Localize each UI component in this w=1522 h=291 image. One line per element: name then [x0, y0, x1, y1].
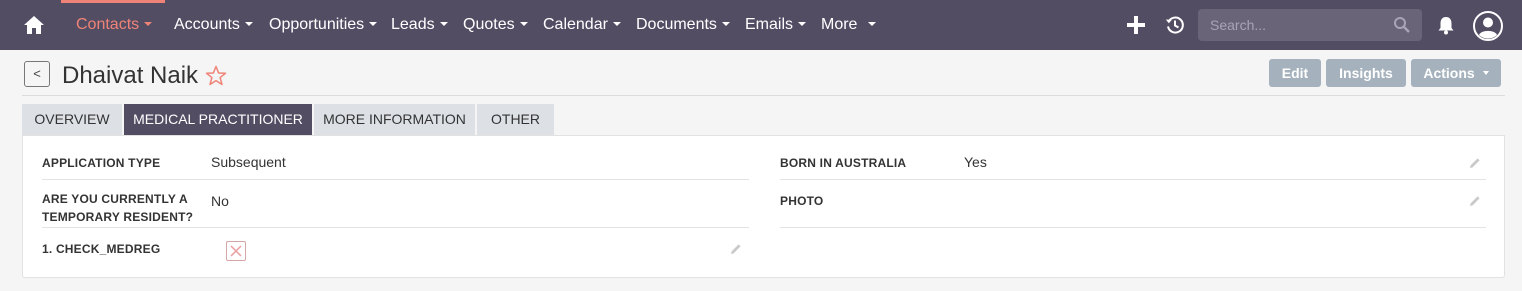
- tab-more-information-label: MORE INFORMATION: [323, 111, 466, 127]
- nav-emails[interactable]: Emails: [745, 0, 807, 50]
- tab-overview[interactable]: OVERVIEW: [22, 104, 122, 136]
- tab-other[interactable]: OTHER: [477, 104, 554, 136]
- top-navbar: Contacts Accounts Opportunities Leads Qu…: [0, 0, 1522, 50]
- tab-overview-label: OVERVIEW: [34, 111, 110, 127]
- nav-accounts-label: Accounts: [174, 16, 240, 33]
- plus-icon[interactable]: [1125, 14, 1147, 36]
- application-type-value[interactable]: Subsequent: [211, 153, 286, 171]
- chevron-down-icon: [1482, 71, 1489, 76]
- row-divider: [780, 179, 1486, 180]
- tab-medical-practitioner[interactable]: MEDICAL PRACTITIONER: [124, 104, 312, 136]
- nav-leads-label: Leads: [391, 16, 435, 33]
- chevron-down-icon: [798, 21, 807, 26]
- detail-panel: APPLICATION TYPE Subsequent ARE YOU CURR…: [22, 135, 1505, 278]
- chevron-down-icon: [144, 21, 153, 26]
- active-indicator: [61, 0, 166, 3]
- nav-opportunities[interactable]: Opportunities: [269, 0, 378, 50]
- nav-contacts-label: Contacts: [76, 16, 140, 33]
- tab-medical-practitioner-label: MEDICAL PRACTITIONER: [133, 111, 303, 127]
- pencil-icon[interactable]: [1468, 156, 1482, 170]
- search-icon[interactable]: [1393, 16, 1411, 34]
- chevron-down-icon: [519, 21, 528, 26]
- actions-button[interactable]: Actions: [1411, 59, 1501, 87]
- unchecked-x-icon: [230, 245, 242, 257]
- pencil-icon[interactable]: [1468, 194, 1482, 208]
- back-button[interactable]: <: [24, 61, 50, 87]
- nav-opportunities-label: Opportunities: [269, 16, 365, 33]
- born-in-australia-value[interactable]: Yes: [964, 153, 987, 171]
- tab-other-label: OTHER: [491, 111, 540, 127]
- insights-button-label: Insights: [1339, 65, 1393, 81]
- nav-documents-label: Documents: [636, 16, 717, 33]
- chevron-down-icon: [369, 21, 378, 26]
- temporary-resident-value[interactable]: No: [211, 192, 229, 210]
- chevron-down-icon: [612, 21, 621, 26]
- row-divider: [780, 227, 1486, 228]
- temporary-resident-label-line2: TEMPORARY RESIDENT?: [42, 210, 194, 224]
- insights-button[interactable]: Insights: [1326, 59, 1406, 87]
- nav-more-label: More: [821, 16, 858, 33]
- star-icon[interactable]: [204, 64, 228, 88]
- chevron-down-icon: [721, 21, 730, 26]
- chevron-down-icon: [244, 21, 253, 26]
- nav-leads[interactable]: Leads: [391, 0, 448, 50]
- temporary-resident-label: ARE YOU CURRENTLY A TEMPORARY RESIDENT?: [42, 190, 193, 226]
- nav-contacts[interactable]: Contacts: [61, 0, 166, 50]
- nav-more[interactable]: More: [821, 0, 877, 50]
- bell-icon[interactable]: [1435, 14, 1457, 36]
- nav-accounts[interactable]: Accounts: [174, 0, 253, 50]
- user-avatar-icon[interactable]: [1472, 10, 1504, 42]
- chevron-down-icon: [439, 21, 448, 26]
- row-divider: [42, 179, 749, 180]
- history-icon[interactable]: [1164, 14, 1186, 36]
- check-medreg-label: 1. CHECK_MEDREG: [42, 242, 161, 256]
- nav-quotes-label: Quotes: [463, 16, 515, 33]
- nav-documents[interactable]: Documents: [636, 0, 730, 50]
- tab-more-information[interactable]: MORE INFORMATION: [314, 104, 475, 136]
- pencil-icon[interactable]: [729, 242, 743, 256]
- temporary-resident-label-line1: ARE YOU CURRENTLY A: [42, 192, 188, 206]
- edit-button[interactable]: Edit: [1269, 59, 1321, 87]
- nav-emails-label: Emails: [745, 16, 794, 33]
- search-input[interactable]: [1198, 9, 1422, 41]
- nav-calendar[interactable]: Calendar: [543, 0, 621, 50]
- check-medreg-checkbox[interactable]: [226, 241, 246, 261]
- edit-button-label: Edit: [1281, 65, 1309, 81]
- page-title: Dhaivat Naik: [62, 62, 199, 89]
- chevron-down-icon: [868, 21, 877, 26]
- born-in-australia-label: BORN IN AUSTRALIA: [780, 156, 907, 170]
- nav-quotes[interactable]: Quotes: [463, 0, 528, 50]
- photo-label: PHOTO: [780, 194, 824, 208]
- header-divider: [22, 95, 1505, 96]
- application-type-label: APPLICATION TYPE: [42, 156, 161, 170]
- row-divider: [42, 227, 749, 228]
- home-icon[interactable]: [22, 13, 46, 37]
- actions-button-label: Actions: [1423, 65, 1475, 81]
- nav-calendar-label: Calendar: [543, 16, 608, 33]
